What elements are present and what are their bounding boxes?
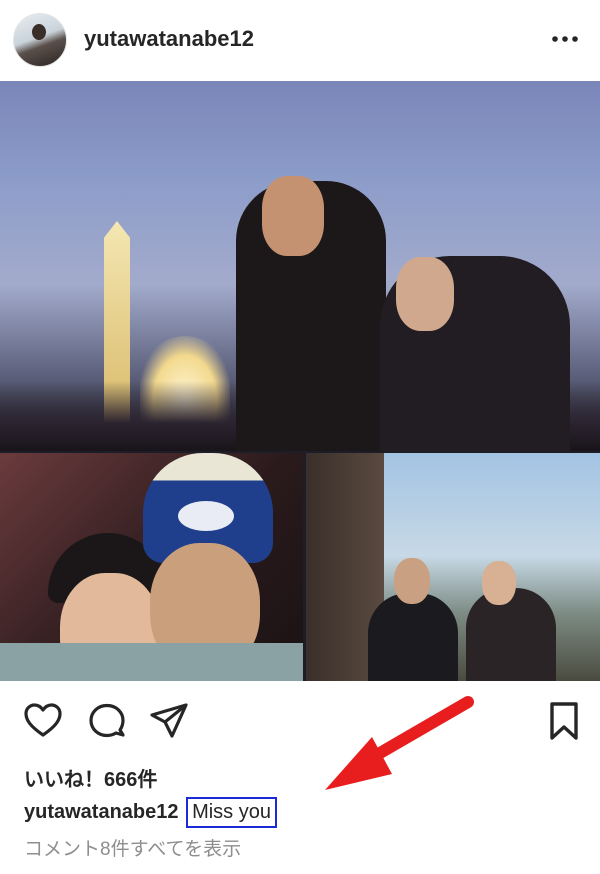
heart-icon[interactable] [22, 700, 64, 742]
like-count[interactable]: いいね！666件 [24, 763, 157, 792]
person-woman-face [396, 257, 454, 331]
post-username[interactable]: yutawatanabe12 [84, 26, 254, 52]
view-comments-link[interactable]: コメント8件すべてを表示 [24, 834, 241, 861]
comment-icon[interactable] [86, 700, 128, 742]
seated-man [368, 593, 458, 681]
seated-woman-face [482, 561, 516, 605]
photo-panel-top [0, 81, 600, 451]
avatar[interactable] [13, 13, 67, 67]
beanie-logo [178, 501, 234, 531]
caption-text-highlight: Miss you [186, 797, 277, 828]
caption: yutawatanabe12 Miss you [24, 797, 277, 828]
seated-man-face [394, 558, 430, 604]
post-header: yutawatanabe12 [0, 0, 600, 80]
photo-panel-bottom-left [0, 453, 303, 681]
more-options-icon[interactable] [550, 24, 580, 54]
post-image[interactable] [0, 81, 600, 681]
caption-username[interactable]: yutawatanabe12 [24, 801, 179, 823]
send-icon[interactable] [148, 700, 190, 742]
photo-panel-bottom-right [306, 453, 600, 681]
seated-woman [466, 588, 556, 681]
bookmark-icon[interactable] [543, 700, 585, 742]
action-bar [0, 700, 600, 746]
person-man-face [262, 176, 324, 256]
hoodie [0, 643, 303, 681]
